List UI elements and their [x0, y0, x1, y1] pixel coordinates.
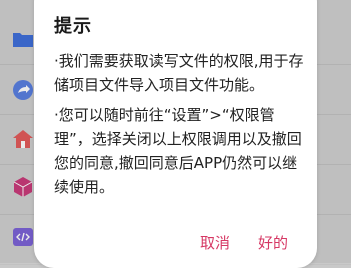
cancel-button[interactable]: 取消: [200, 232, 230, 253]
permission-dialog: 提示 ·我们需要获取读写文件的权限,用于存储项目文件导入项目文件功能。 ·您可以…: [34, 0, 317, 268]
ok-button[interactable]: 好的: [258, 232, 288, 253]
dialog-title: 提示: [54, 16, 92, 37]
dialog-message-storage: ·我们需要获取读写文件的权限,用于存储项目文件导入项目文件功能。: [54, 52, 304, 94]
dialog-message-settings: ·您可以随时前往“设置”>“权限管理”，选择关闭以上权限调用以及撤回您的同意,撤…: [54, 106, 302, 196]
